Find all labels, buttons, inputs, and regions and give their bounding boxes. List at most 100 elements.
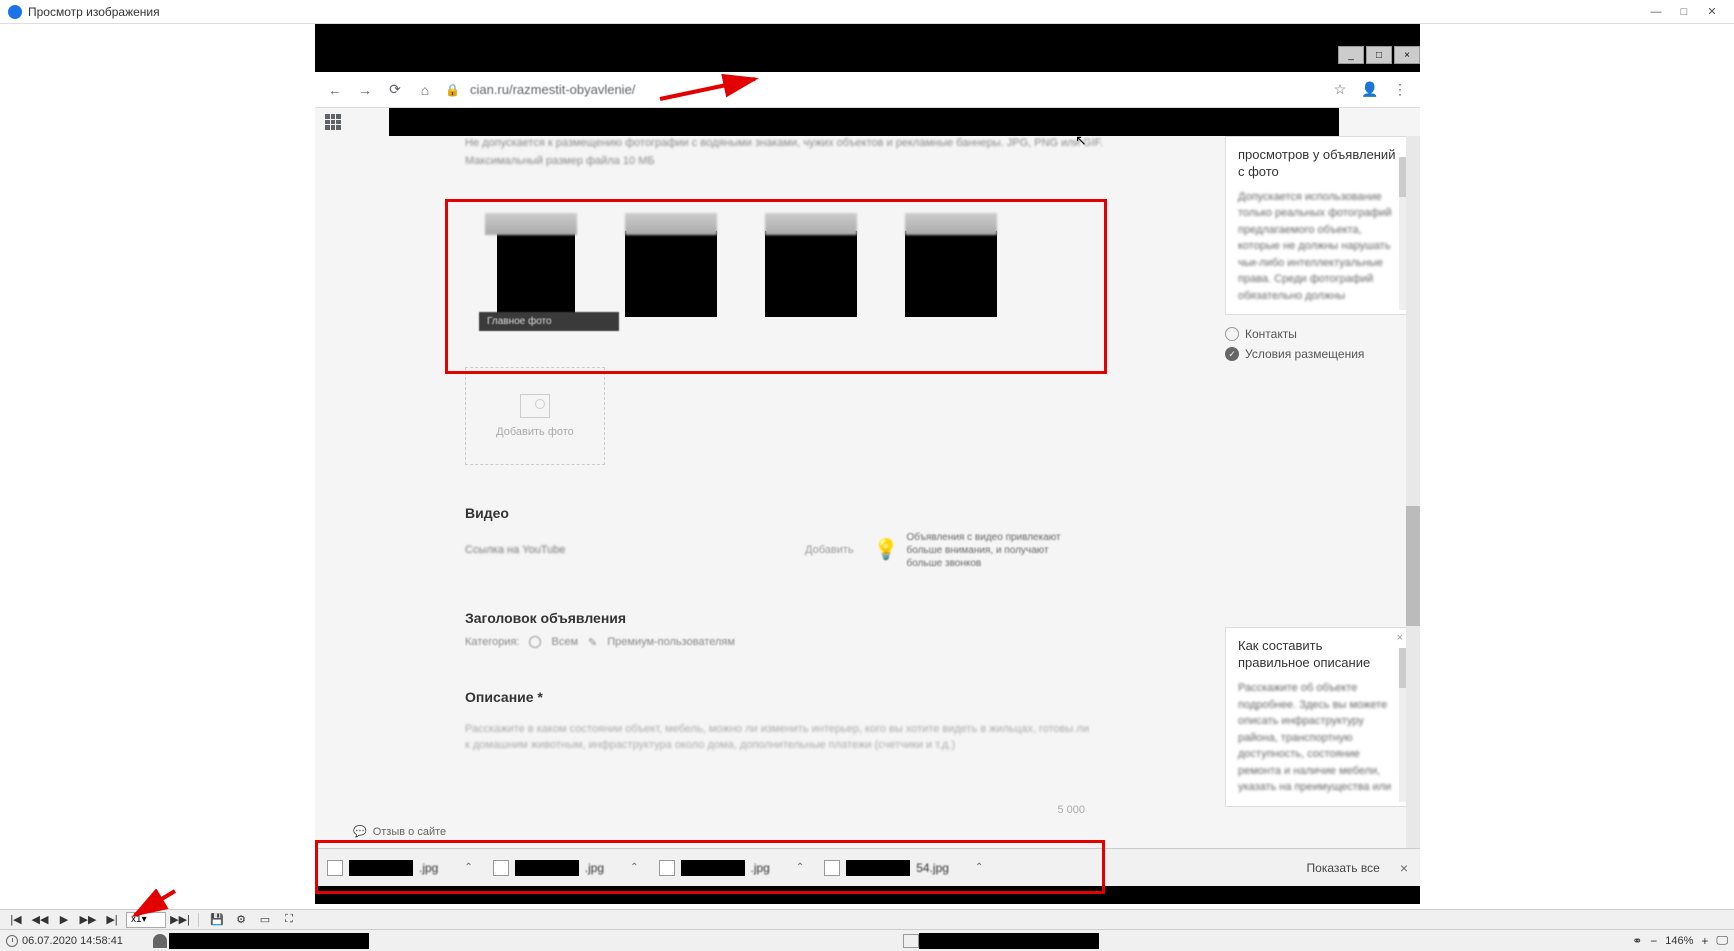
first-button[interactable]: |◀ xyxy=(6,912,26,928)
title-opt-all: Всем xyxy=(551,636,578,648)
next-button[interactable]: ▶▶ xyxy=(78,912,98,928)
browser-maximize-icon[interactable]: □ xyxy=(1366,46,1392,64)
video-url-input[interactable] xyxy=(465,536,785,564)
pencil-icon: ✎ xyxy=(588,636,597,649)
title-category-label: Категория: xyxy=(465,636,519,648)
char-count: 5 000 xyxy=(465,804,1085,816)
chevron-up-icon[interactable]: ⌃ xyxy=(630,862,638,873)
photo-thumb-4[interactable] xyxy=(905,213,997,317)
viewer-toolbar: |◀ ◀◀ ▶ ▶▶ ▶| x1 ▾ ▶▶| 💾 ⚙ ▭ ⛶ xyxy=(0,909,1734,929)
bookmarks-redacted xyxy=(389,108,1339,136)
bookmarks-bar xyxy=(315,108,1420,136)
close-button[interactable]: ✕ xyxy=(1698,3,1726,21)
save-button[interactable]: 💾 xyxy=(207,912,227,928)
photo-thumb-1[interactable]: Главное фото xyxy=(485,213,577,317)
back-button[interactable]: ← xyxy=(325,80,345,100)
download-item-1[interactable]: .jpg⌃ xyxy=(327,860,473,876)
photo-hint-2: Максимальный размер файла 10 МБ xyxy=(465,154,1165,168)
circle-icon xyxy=(1225,327,1239,341)
viewer-titlebar: Просмотр изображения — □ ✕ xyxy=(0,0,1734,24)
window-button[interactable]: ▭ xyxy=(255,912,275,928)
page-content: Не допускается к размещению фотографии с… xyxy=(315,136,1420,848)
user-icon xyxy=(153,934,167,948)
viewer-statusbar: 06.07.2020 14:58:41 ⚭ − 146% + 🖵 xyxy=(0,929,1734,951)
viewer-title: Просмотр изображения xyxy=(28,5,1642,19)
browser-close-icon[interactable]: × xyxy=(1394,46,1420,64)
video-heading: Видео xyxy=(465,505,1165,521)
apps-icon[interactable] xyxy=(325,114,341,130)
home-button[interactable]: ⌂ xyxy=(415,80,435,100)
end-button[interactable]: ▶▶| xyxy=(170,912,190,928)
lock-icon: 🔒 xyxy=(445,83,460,97)
star-button[interactable]: ☆ xyxy=(1330,80,1350,100)
zoom-controls: ⚭ − 146% + 🖵 xyxy=(1632,933,1728,948)
profile-button[interactable]: 👤 xyxy=(1360,80,1380,100)
photo-thumb-3[interactable] xyxy=(765,213,857,317)
maximize-button[interactable]: □ xyxy=(1670,3,1698,21)
browser-tabs-redacted xyxy=(315,24,1420,72)
photo-row: Главное фото xyxy=(465,173,1165,317)
chevron-up-icon[interactable]: ⌃ xyxy=(975,862,983,873)
side-box2-title: Как составить правильное описание xyxy=(1238,638,1397,672)
view-area: _ □ × ← → ⟳ ⌂ 🔒 cian.ru/razmestit-obyavl… xyxy=(0,24,1734,909)
monitor-icon xyxy=(903,934,919,948)
forward-button[interactable]: → xyxy=(355,80,375,100)
radio-all[interactable] xyxy=(529,636,541,648)
browser-window-controls: _ □ × xyxy=(1338,46,1420,66)
close-tip-button[interactable]: × xyxy=(1397,632,1403,644)
prev-button[interactable]: ◀◀ xyxy=(30,912,50,928)
download-item-3[interactable]: .jpg⌃ xyxy=(659,860,805,876)
video-tip: 💡 Объявления с видео привлекают больше в… xyxy=(874,531,1084,570)
chevron-up-icon[interactable]: ⌃ xyxy=(464,862,472,873)
settings-button[interactable]: ⚙ xyxy=(231,912,251,928)
link-terms[interactable]: Условия размещения xyxy=(1245,347,1364,361)
link-icon[interactable]: ⚭ xyxy=(1632,934,1642,948)
speed-selector[interactable]: x1 ▾ xyxy=(126,912,166,928)
video-add-button[interactable]: Добавить xyxy=(805,544,854,556)
page-scrollbar[interactable] xyxy=(1406,136,1420,848)
link-contacts[interactable]: Контакты xyxy=(1245,327,1297,341)
close-downloads-bar[interactable]: × xyxy=(1400,860,1408,876)
video-row: Добавить 💡 Объявления с видео привлекают… xyxy=(465,531,1165,570)
desc-textarea[interactable]: Расскажите в каком состоянии объект, меб… xyxy=(465,721,1095,754)
zoom-value: 146% xyxy=(1665,935,1693,947)
show-all-downloads[interactable]: Показать все xyxy=(1307,861,1380,875)
download-item-4[interactable]: 54.jpg⌃ xyxy=(824,860,983,876)
browser-minimize-icon[interactable]: _ xyxy=(1338,46,1364,64)
zoom-in-button[interactable]: + xyxy=(1701,934,1708,948)
content-side: просмотров у объявлений с фото Допускает… xyxy=(1225,136,1410,819)
side-box-desc-tip: × Как составить правильное описание Расс… xyxy=(1225,627,1410,806)
downloads-bar: .jpg⌃ .jpg⌃ .jpg⌃ 54.jpg⌃ Показать все × xyxy=(315,848,1420,886)
side-box2-text: Расскажите об объекте подробнее. Здесь в… xyxy=(1238,680,1397,796)
title-heading: Заголовок объявления xyxy=(465,610,1165,626)
last-button[interactable]: ▶| xyxy=(102,912,122,928)
minimize-button[interactable]: — xyxy=(1642,3,1670,21)
bulb-icon: 💡 xyxy=(874,537,899,563)
monitor-icon[interactable]: 🖵 xyxy=(1716,933,1728,948)
desc-heading: Описание * xyxy=(465,689,1165,705)
download-item-2[interactable]: .jpg⌃ xyxy=(493,860,639,876)
title-options: Категория: Всем ✎ Премиум-пользователям xyxy=(465,636,1165,649)
clock-icon xyxy=(6,935,18,947)
status-redacted-2 xyxy=(919,933,1099,949)
feedback-link[interactable]: 💬 Отзыв о сайте xyxy=(353,825,446,838)
play-button[interactable]: ▶ xyxy=(54,912,74,928)
feedback-label: Отзыв о сайте xyxy=(373,826,446,838)
app-icon xyxy=(8,5,22,19)
photo-row-wrap: Главное фото Добавить фото xyxy=(465,173,1165,465)
fullscreen-button[interactable]: ⛶ xyxy=(279,912,299,928)
zoom-out-button[interactable]: − xyxy=(1650,934,1657,948)
url-text[interactable]: cian.ru/razmestit-obyavlenie/ xyxy=(470,82,1320,97)
side-links: Контакты ✓Условия размещения xyxy=(1225,327,1410,361)
menu-button[interactable]: ⋮ xyxy=(1390,80,1410,100)
chevron-up-icon[interactable]: ⌃ xyxy=(796,862,804,873)
content-main: Не допускается к размещению фотографии с… xyxy=(465,136,1165,816)
reload-button[interactable]: ⟳ xyxy=(385,80,405,100)
photo-thumb-2[interactable] xyxy=(625,213,717,317)
add-photo-button[interactable]: Добавить фото xyxy=(465,367,605,465)
browser-frame: _ □ × ← → ⟳ ⌂ 🔒 cian.ru/razmestit-obyavl… xyxy=(315,24,1420,904)
title-opt-premium: Премиум-пользователям xyxy=(607,636,735,648)
main-photo-label: Главное фото xyxy=(479,312,619,331)
url-bar: ← → ⟳ ⌂ 🔒 cian.ru/razmestit-obyavlenie/ … xyxy=(315,72,1420,108)
bottom-redacted xyxy=(315,886,1420,904)
